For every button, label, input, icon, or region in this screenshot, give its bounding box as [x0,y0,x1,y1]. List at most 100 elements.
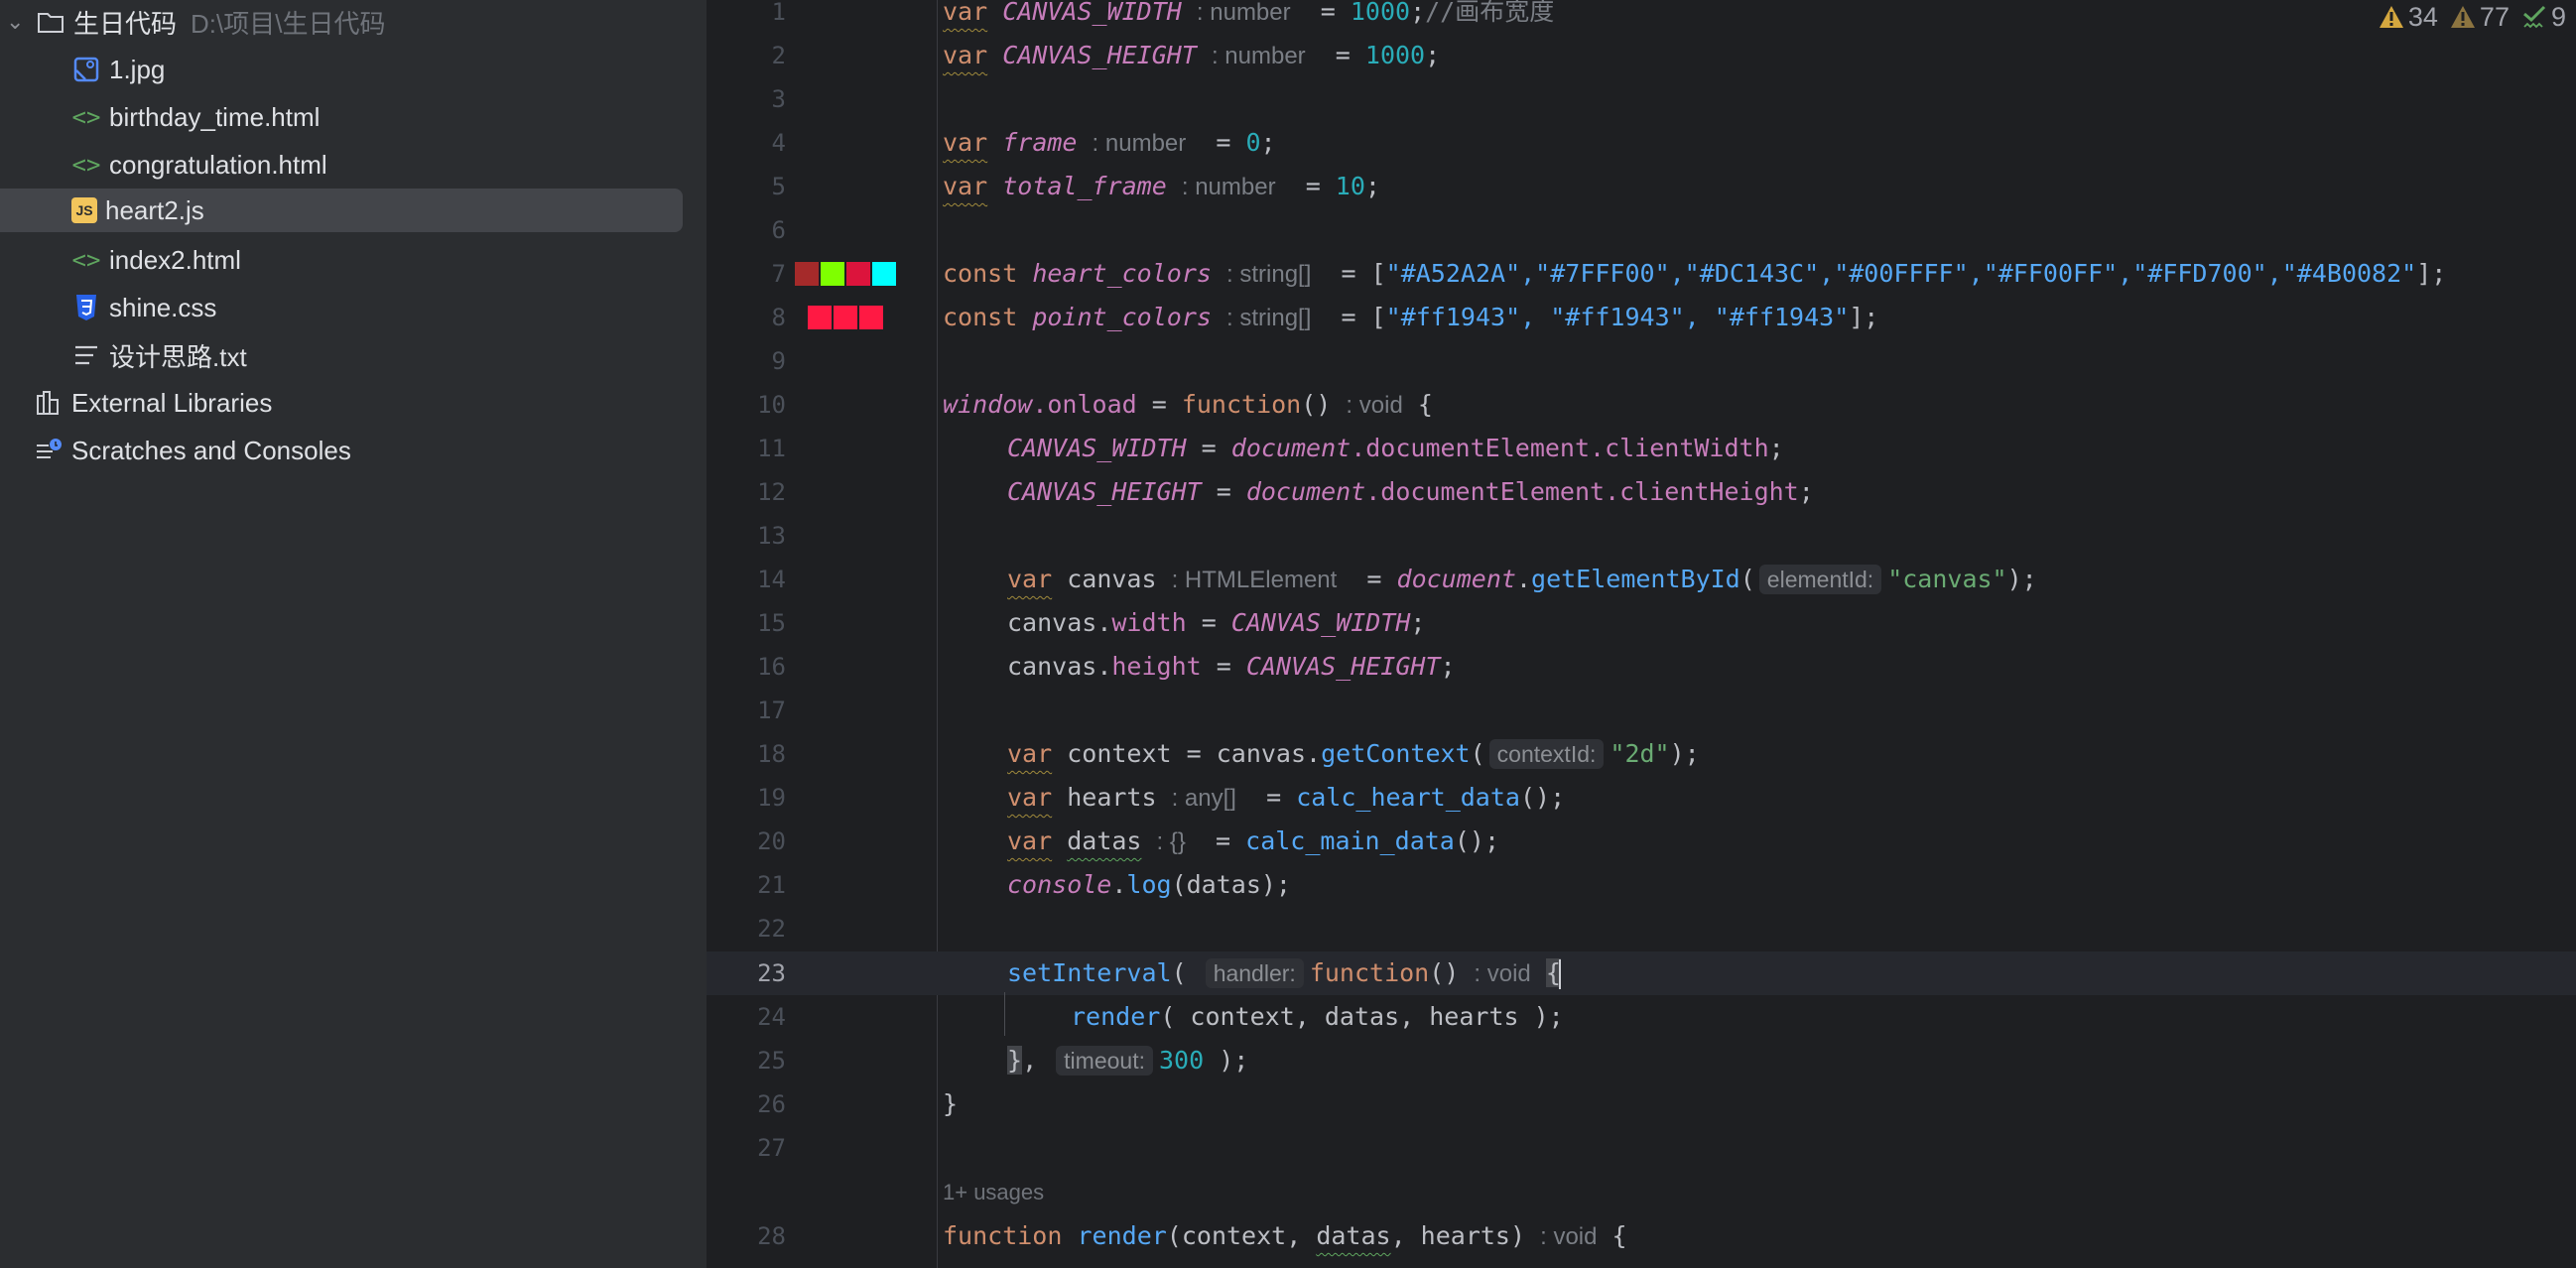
line-number[interactable]: 4 [707,121,786,165]
punct: (); [1519,783,1566,812]
color-swatch[interactable] [872,262,896,286]
code-line-1[interactable]: var CANVAS_WIDTH : number = 1000;//画布宽度 [943,0,1554,34]
keyword: var [943,0,988,26]
line-number[interactable]: 15 [707,601,786,645]
line-number[interactable]: 22 [707,907,786,951]
line-number[interactable]: 23 [707,951,786,995]
tree-item-scratches[interactable]: Scratches and Consoles [34,429,351,472]
file-name: 1.jpg [109,54,166,84]
code-line-8[interactable]: const point_colors : string[] = ["#ff194… [943,296,1878,339]
line-number[interactable]: 25 [707,1039,786,1082]
operator: = [1251,783,1297,812]
line-number[interactable]: 8 [707,296,786,339]
usages-hint[interactable]: 1+ usages [943,1171,1044,1214]
line-number[interactable]: 7 [707,252,786,296]
punct: ; [1798,477,1814,506]
line-number[interactable]: 13 [707,514,786,558]
code-line-28[interactable]: function render(context, datas, hearts) … [943,1214,1627,1258]
line-number[interactable]: 21 [707,863,786,907]
code-line-7[interactable]: const heart_colors : string[] = ["#A52A2… [943,252,2446,296]
number-literal: 10 [1335,172,1365,200]
function-name: render [1077,1221,1167,1250]
tree-item-file-selected[interactable]: JS heart2.js [0,189,683,232]
line-number[interactable]: 26 [707,1082,786,1126]
keyword: var [1007,826,1053,855]
tree-item-file[interactable]: 设计思路.txt [71,333,247,377]
keyword: const [943,259,1018,288]
code-line-20[interactable]: var datas : {} = calc_main_data(); [1007,820,1499,863]
identifier: CANVAS_WIDTH [1002,0,1182,26]
line-number[interactable]: 6 [707,208,786,252]
line-number[interactable]: 28 [707,1214,786,1258]
line-number[interactable]: 12 [707,470,786,514]
operator: = [1186,608,1231,637]
code-line-12[interactable]: CANVAS_HEIGHT = document.documentElement… [1007,470,1814,514]
string-array: "#ff1943", "#ff1943", "#ff1943" [1385,303,1850,331]
keyword: const [943,303,1018,331]
color-swatch[interactable] [808,306,832,329]
line-number[interactable]: 5 [707,165,786,208]
color-swatch[interactable] [859,306,883,329]
tree-item-file[interactable]: <> congratulation.html [71,143,327,187]
line-number[interactable]: 2 [707,34,786,77]
identifier: canvas [1007,652,1097,681]
code-line-15[interactable]: canvas.width = CANVAS_WIDTH; [1007,601,1425,645]
line-number[interactable]: 11 [707,427,786,470]
code-line-10[interactable]: window.onload = function() : void { [943,383,1433,427]
line-number[interactable]: 1 [707,0,786,34]
line-number[interactable]: 16 [707,645,786,689]
color-swatch[interactable] [795,262,819,286]
code-line-11[interactable]: CANVAS_WIDTH = document.documentElement.… [1007,427,1784,470]
line-number[interactable]: 18 [707,732,786,776]
code-line-18[interactable]: var context = canvas.getContext(contextI… [1007,732,1700,776]
type-hint: : void [1540,1223,1598,1250]
warnings-indicator[interactable]: 34 [2379,2,2438,33]
tree-item-file[interactable]: <> index2.html [71,238,241,282]
identifier: context [1067,739,1172,768]
tree-item-external-libraries[interactable]: External Libraries [34,381,272,425]
code-line-5[interactable]: var total_frame : number = 10; [943,165,1380,208]
inspection-status[interactable]: 34 77 9 [2379,0,2566,34]
line-number[interactable]: 14 [707,558,786,601]
keyword: var [943,41,988,69]
identifier: document [1396,565,1516,593]
code-line-14[interactable]: var canvas : HTMLElement = document.getE… [1007,558,2037,601]
code-line-25[interactable]: }, timeout: 300 ); [1007,1039,1248,1082]
tree-item-file[interactable]: 1.jpg [71,48,165,91]
function-call: getContext [1321,739,1471,768]
tree-item-file[interactable]: <> birthday_time.html [71,95,321,139]
line-number[interactable]: 3 [707,77,786,121]
typos-indicator[interactable]: 9 [2521,2,2566,33]
code-line-23[interactable]: setInterval( handler: function() : void { [1007,951,1561,995]
operator: = [1201,477,1246,506]
code-line-26[interactable]: } [943,1082,958,1126]
line-number[interactable]: 17 [707,689,786,732]
matched-brace: } [1007,1046,1023,1075]
color-swatch[interactable] [846,262,870,286]
code-line-21[interactable]: console.log(datas); [1007,863,1291,907]
line-number[interactable]: 20 [707,820,786,863]
line-number[interactable]: 9 [707,339,786,383]
punct: ; [1768,434,1784,462]
code-line-24[interactable]: render( context, datas, hearts ); [1071,995,1564,1039]
code-line-4[interactable]: var frame : number = 0; [943,121,1276,165]
type-hint: : number [1181,174,1276,200]
color-swatch[interactable] [834,306,857,329]
weak-warnings-indicator[interactable]: 77 [2450,2,2510,33]
tree-root-folder[interactable]: ⌄ 生日代码 D:\项目\生日代码 [0,0,385,44]
weak-warning-icon [2450,6,2475,28]
code-line-2[interactable]: var CANVAS_HEIGHT : number = 1000; [943,34,1440,77]
line-number[interactable]: 19 [707,776,786,820]
tree-item-file[interactable]: shine.css [71,286,216,329]
line-number[interactable]: 10 [707,383,786,427]
line-number[interactable]: 24 [707,995,786,1039]
line-number[interactable]: 27 [707,1126,786,1170]
color-swatch[interactable] [821,262,844,286]
type-hint: : void [1474,960,1531,987]
file-name: heart2.js [105,194,204,225]
code-line-19[interactable]: var hearts : any[] = calc_heart_data(); [1007,776,1565,820]
html-file-icon: <> [71,151,101,179]
chevron-down-icon[interactable]: ⌄ [6,9,28,35]
punct: ]; [1849,303,1879,331]
code-line-16[interactable]: canvas.height = CANVAS_HEIGHT; [1007,645,1456,689]
